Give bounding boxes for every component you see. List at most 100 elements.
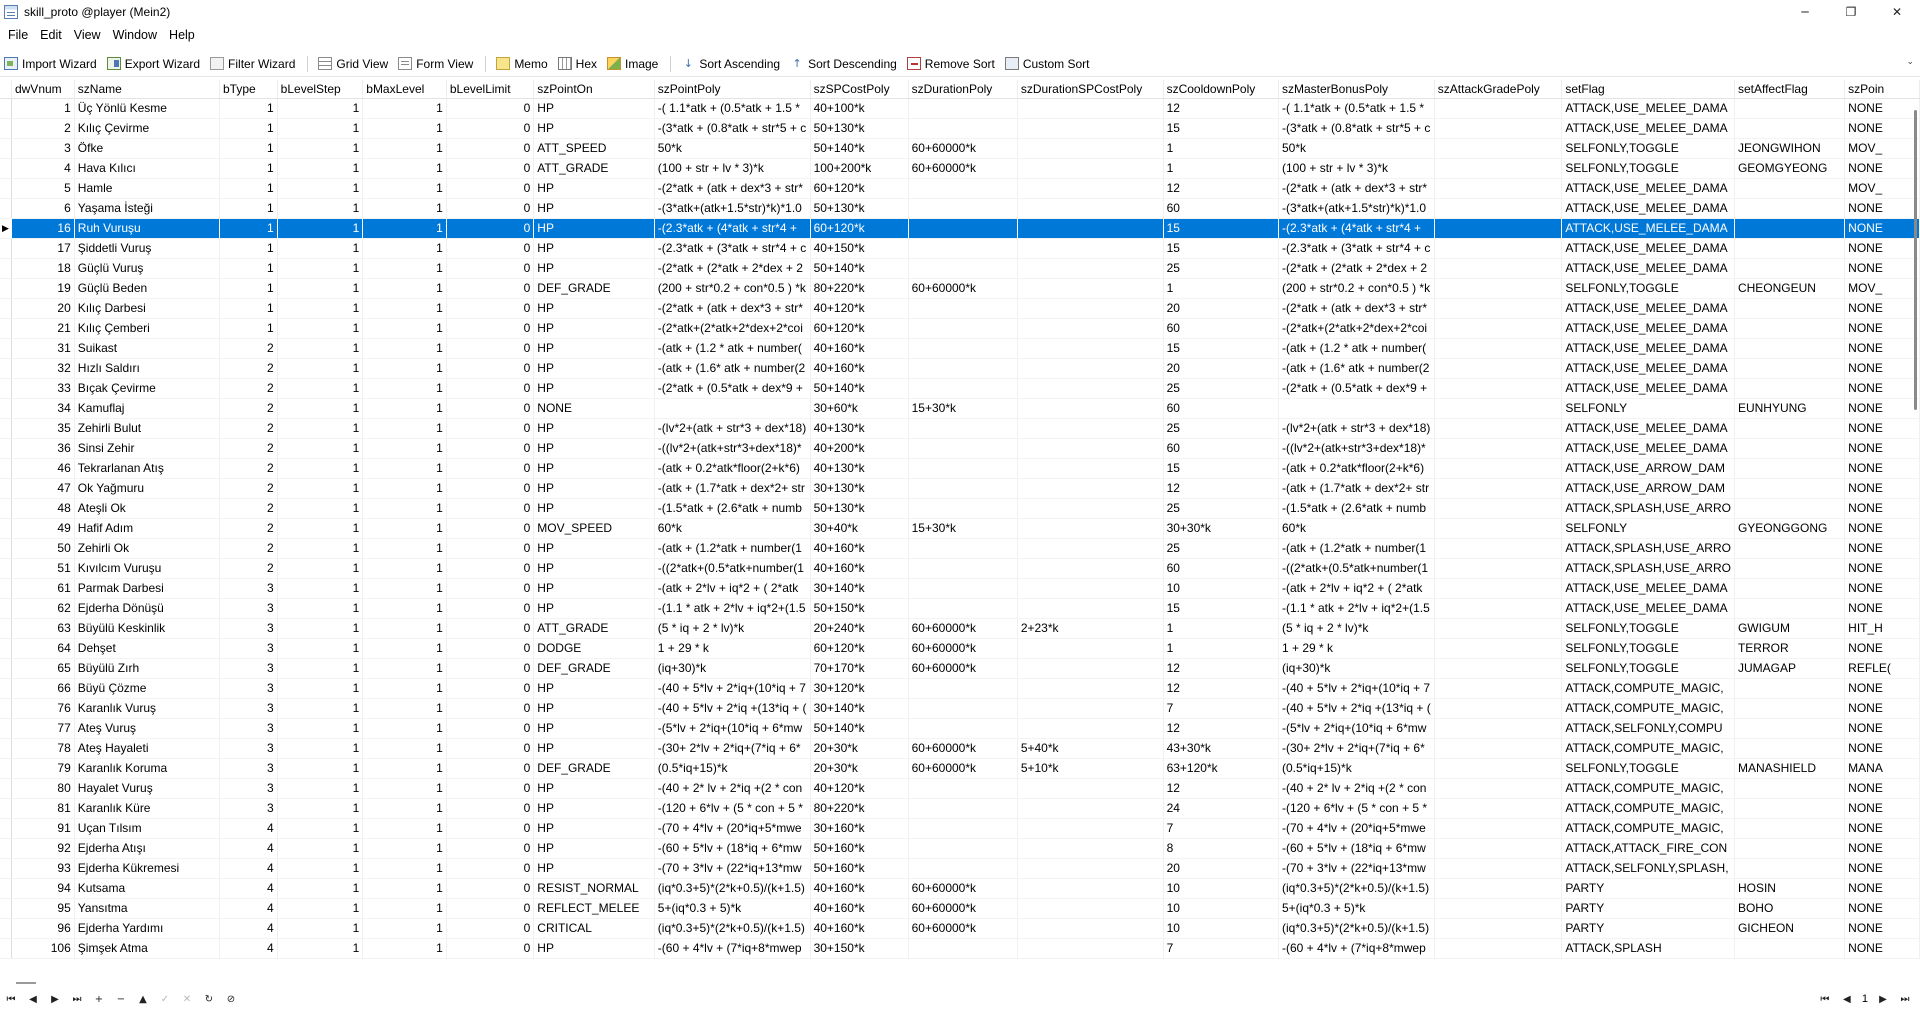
cell-szpoin[interactable]: MANA (1844, 758, 1920, 779)
table-row[interactable]: 76 Karanlık Vuruş 3 1 1 0 HP -(40 + 5*lv + 2*iq… (0, 698, 1920, 719)
cell-dwvnum[interactable]: 21 (11, 318, 75, 339)
cell-szdurationpoly[interactable] (908, 178, 1018, 199)
cell-szpointpoly[interactable]: -(5*lv + 2*iq+(10*iq + 6*mw (654, 718, 811, 739)
cell-setaffectflag[interactable] (1734, 498, 1846, 519)
cell-blevelstep[interactable]: 1 (277, 378, 364, 399)
table-row[interactable]: 94 Kutsama 4 1 1 0 RESIST_NORMAL (iq*0.3+5)*(2*… (0, 878, 1920, 899)
cell-szdurationpoly[interactable]: 60+60000*k (908, 278, 1018, 299)
cell-btype[interactable]: 3 (219, 638, 278, 659)
cell-szname[interactable]: Suikast (74, 338, 221, 359)
column-header-setflag[interactable]: setFlag (1561, 80, 1735, 99)
cell-szattackgradepoly[interactable] (1434, 538, 1563, 559)
cell-szpointpoly[interactable]: -(120 + 6*lv + (5 * con + 5 * (654, 798, 811, 819)
cell-szname[interactable]: Büyülü Zırh (74, 658, 221, 679)
cell-setaffectflag[interactable]: GWIGUM (1734, 618, 1846, 639)
cell-szname[interactable]: Karanlık Küre (74, 798, 221, 819)
cell-szspcostpoly[interactable]: 40+160*k (810, 538, 909, 559)
cell-dwvnum[interactable]: 16 (11, 218, 75, 239)
cell-btype[interactable]: 3 (219, 578, 278, 599)
column-header-szdurationpoly[interactable]: szDurationPoly (908, 80, 1018, 99)
cell-szdurationspcostpoly[interactable] (1017, 698, 1164, 719)
cell-bmaxlevel[interactable]: 1 (362, 258, 447, 279)
cell-szspcostpoly[interactable]: 50+160*k (810, 838, 909, 859)
cell-szpointpoly[interactable] (654, 398, 811, 419)
table-row[interactable]: 61 Parmak Darbesi 3 1 1 0 HP -(atk + 2*lv + iq*… (0, 578, 1920, 599)
cell-dwvnum[interactable]: 80 (11, 778, 75, 799)
cell-szname[interactable]: Tekrarlanan Atış (74, 458, 221, 479)
table-row[interactable]: 4 Hava Kılıcı 1 1 1 0 ATT_GRADE (100 + str + lv… (0, 158, 1920, 179)
cell-szspcostpoly[interactable]: 20+30*k (810, 738, 909, 759)
cell-setflag[interactable]: ATTACK,USE_MELEE_DAMA (1561, 258, 1735, 279)
cell-szpoin[interactable]: NONE (1844, 838, 1920, 859)
cell-dwvnum[interactable]: 61 (11, 578, 75, 599)
cell-dwvnum[interactable]: 78 (11, 738, 75, 759)
row-indicator[interactable] (0, 118, 12, 139)
cell-blevellimit[interactable]: 0 (446, 178, 535, 199)
cell-szpoin[interactable]: MOV_ (1844, 178, 1920, 199)
cell-blevellimit[interactable]: 0 (446, 918, 535, 939)
cell-szmasterbonuspoly[interactable]: (iq*0.3+5)*(2*k+0.5)/(k+1.5) (1278, 878, 1435, 899)
cell-bmaxlevel[interactable]: 1 (362, 638, 447, 659)
cell-szpointpoly[interactable]: -( 1.1*atk + (0.5*atk + 1.5 * (654, 98, 811, 119)
cell-szspcostpoly[interactable]: 60+120*k (810, 178, 909, 199)
cell-szpointpoly[interactable]: -(atk + (1.7*atk + dex*2+ str (654, 478, 811, 499)
cell-dwvnum[interactable]: 49 (11, 518, 75, 539)
cell-szpointpoly[interactable]: -(3*atk+(atk+1.5*str)*k)*1.0 (654, 198, 811, 219)
cell-szpointon[interactable]: HP (533, 378, 655, 399)
cell-setaffectflag[interactable]: MANASHIELD (1734, 758, 1846, 779)
cell-blevelstep[interactable]: 1 (277, 138, 364, 159)
cell-szspcostpoly[interactable]: 30+160*k (810, 818, 909, 839)
table-row[interactable]: 49 Hafif Adım 2 1 1 0 MOV_SPEED 60*k 30+40*k 15+3… (0, 518, 1920, 539)
row-indicator[interactable] (0, 158, 12, 179)
cell-szdurationpoly[interactable] (908, 838, 1018, 859)
cell-dwvnum[interactable]: 64 (11, 638, 75, 659)
cell-btype[interactable]: 4 (219, 858, 278, 879)
cell-szcooldownpoly[interactable]: 12 (1163, 178, 1280, 199)
cell-szdurationspcostpoly[interactable] (1017, 98, 1164, 119)
cell-blevelstep[interactable]: 1 (277, 818, 364, 839)
cell-setaffectflag[interactable] (1734, 838, 1846, 859)
cell-szspcostpoly[interactable]: 30+150*k (810, 938, 909, 959)
row-indicator[interactable] (0, 718, 12, 739)
remove-sort-button[interactable]: Remove Sort (903, 53, 999, 75)
cell-blevelstep[interactable]: 1 (277, 878, 364, 899)
row-indicator[interactable] (0, 678, 12, 699)
cell-szmasterbonuspoly[interactable]: -(3*atk+(atk+1.5*str)*k)*1.0 (1278, 198, 1435, 219)
cell-szspcostpoly[interactable]: 20+30*k (810, 758, 909, 779)
cell-szdurationpoly[interactable] (908, 338, 1018, 359)
cell-szpoin[interactable]: NONE (1844, 938, 1920, 959)
cell-setflag[interactable]: ATTACK,USE_MELEE_DAMA (1561, 378, 1735, 399)
cell-bmaxlevel[interactable]: 1 (362, 658, 447, 679)
cell-blevellimit[interactable]: 0 (446, 438, 535, 459)
cell-szspcostpoly[interactable]: 50+140*k (810, 718, 909, 739)
cell-szattackgradepoly[interactable] (1434, 138, 1563, 159)
cell-btype[interactable]: 3 (219, 798, 278, 819)
cell-szname[interactable]: Ejderha Dönüşü (74, 598, 221, 619)
horizontal-scrollbar[interactable] (16, 982, 36, 984)
row-indicator[interactable] (0, 858, 12, 879)
cell-btype[interactable]: 1 (219, 318, 278, 339)
page-prev-icon[interactable]: ◀ (1836, 990, 1858, 1008)
cell-szdurationpoly[interactable]: 60+60000*k (908, 758, 1018, 779)
cell-bmaxlevel[interactable]: 1 (362, 618, 447, 639)
cell-szattackgradepoly[interactable] (1434, 778, 1563, 799)
cell-bmaxlevel[interactable]: 1 (362, 318, 447, 339)
cell-szname[interactable]: Hayalet Vuruş (74, 778, 221, 799)
nav-delete-icon[interactable]: − (110, 990, 132, 1008)
nav-last-icon[interactable]: ⏭ (66, 990, 88, 1008)
cell-setflag[interactable]: ATTACK,COMPUTE_MAGIC, (1561, 818, 1735, 839)
cell-szdurationpoly[interactable]: 60+60000*k (908, 138, 1018, 159)
cell-blevellimit[interactable]: 0 (446, 758, 535, 779)
cell-setaffectflag[interactable] (1734, 858, 1846, 879)
cell-szpointon[interactable]: HP (533, 338, 655, 359)
row-indicator[interactable] (0, 398, 12, 419)
column-header-szname[interactable]: szName (74, 80, 221, 99)
cell-btype[interactable]: 1 (219, 298, 278, 319)
cell-szname[interactable]: Kılıç Çemberi (74, 318, 221, 339)
table-row[interactable]: 81 Karanlık Küre 3 1 1 0 HP -(120 + 6*lv + (5 *… (0, 798, 1920, 819)
cell-bmaxlevel[interactable]: 1 (362, 858, 447, 879)
cell-dwvnum[interactable]: 51 (11, 558, 75, 579)
cell-setflag[interactable]: SELFONLY (1561, 518, 1735, 539)
cell-dwvnum[interactable]: 36 (11, 438, 75, 459)
cell-szpointon[interactable]: HP (533, 778, 655, 799)
